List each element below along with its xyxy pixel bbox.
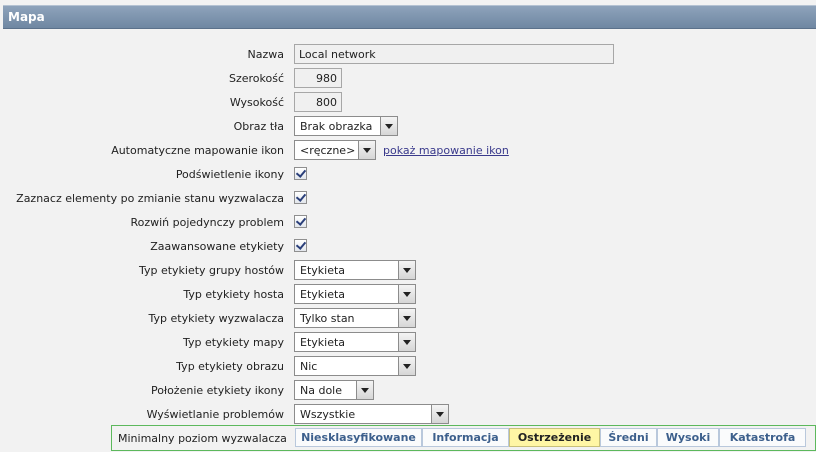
- trigger-label-select[interactable]: Tylko stan: [294, 308, 416, 328]
- host-label-select[interactable]: Etykieta: [294, 284, 416, 304]
- label-location-value: Na dole: [300, 384, 343, 397]
- height-input[interactable]: [294, 92, 342, 112]
- icon-mapping-label: Automatyczne mapowanie ikon: [111, 144, 284, 157]
- host-label-label: Typ etykiety hosta: [183, 288, 284, 301]
- map-label-select[interactable]: Etykieta: [294, 332, 416, 352]
- minimum-severity-group: Minimalny poziom wyzwalacza Niesklasyfik…: [111, 425, 816, 451]
- expand-problem-label: Rozwiń pojedynczy problem: [130, 216, 284, 229]
- map-form: Nazwa Szerokość Wysokość Obraz tła Brak …: [0, 0, 816, 452]
- icon-mapping-select[interactable]: <ręczne>: [294, 140, 376, 160]
- icon-mapping-value: <ręczne>: [300, 144, 356, 157]
- row-label-location: Położenie etykiety ikony Na dole: [0, 379, 816, 401]
- chevron-down-icon: [398, 357, 415, 375]
- advanced-labels-checkbox[interactable]: [294, 239, 307, 252]
- severity-warning-button[interactable]: Ostrzeżenie: [509, 428, 600, 447]
- image-label-label: Typ etykiety obrazu: [176, 360, 284, 373]
- width-label: Szerokość: [228, 72, 284, 85]
- background-label: Obraz tła: [233, 120, 284, 133]
- image-label-select[interactable]: Nic: [294, 356, 416, 376]
- row-advanced-labels: Zaawansowane etykiety: [0, 235, 816, 257]
- minimum-severity-label: Minimalny poziom wyzwalacza: [118, 432, 287, 445]
- chevron-down-icon: [398, 309, 415, 327]
- hostgroup-label-select[interactable]: Etykieta: [294, 260, 416, 280]
- hostgroup-label-value: Etykieta: [300, 264, 346, 277]
- chevron-down-icon: [398, 333, 415, 351]
- host-label-value: Etykieta: [300, 288, 346, 301]
- severity-high-button[interactable]: Wysoki: [657, 428, 719, 447]
- row-highlight: Podświetlenie ikony: [0, 163, 816, 185]
- name-label: Nazwa: [247, 48, 284, 61]
- height-label: Wysokość: [229, 96, 284, 109]
- severity-average-button[interactable]: Średni: [600, 428, 657, 447]
- trigger-label-label: Typ etykiety wyzwalacza: [148, 312, 284, 325]
- row-width: Szerokość: [0, 67, 816, 89]
- background-select[interactable]: Brak obrazka: [294, 116, 398, 136]
- trigger-label-value: Tylko stan: [300, 312, 355, 325]
- row-problem-display: Wyświetlanie problemów Wszystkie: [0, 403, 816, 425]
- map-label-value: Etykieta: [300, 336, 346, 349]
- chevron-down-icon: [380, 117, 397, 135]
- hostgroup-label-label: Typ etykiety grupy hostów: [138, 264, 284, 277]
- problem-display-value: Wszystkie: [300, 408, 356, 421]
- row-name: Nazwa: [0, 43, 816, 65]
- row-height: Wysokość: [0, 91, 816, 113]
- mark-elements-checkbox[interactable]: [294, 191, 307, 204]
- image-label-value: Nic: [300, 360, 318, 373]
- severity-not-classified-button[interactable]: Niesklasyfikowane: [295, 428, 422, 447]
- map-label-label: Typ etykiety mapy: [182, 336, 284, 349]
- row-map-label: Typ etykiety mapy Etykieta: [0, 331, 816, 353]
- row-image-label: Typ etykiety obrazu Nic: [0, 355, 816, 377]
- chevron-down-icon: [358, 141, 375, 159]
- show-icon-mapping-link[interactable]: pokaż mapowanie ikon: [383, 144, 509, 157]
- highlight-label: Podświetlenie ikony: [175, 168, 284, 181]
- problem-display-label: Wyświetlanie problemów: [146, 408, 284, 421]
- severity-information-button[interactable]: Informacja: [422, 428, 509, 447]
- row-mark-elements: Zaznacz elementy po zmianie stanu wyzwal…: [0, 187, 816, 209]
- advanced-labels-label: Zaawansowane etykiety: [150, 240, 284, 253]
- chevron-down-icon: [398, 261, 415, 279]
- highlight-checkbox[interactable]: [294, 167, 307, 180]
- mark-elements-label: Zaznacz elementy po zmianie stanu wyzwal…: [16, 192, 284, 205]
- background-value: Brak obrazka: [300, 120, 373, 133]
- row-host-label: Typ etykiety hosta Etykieta: [0, 283, 816, 305]
- chevron-down-icon: [356, 381, 373, 399]
- label-location-label: Położenie etykiety ikony: [150, 384, 284, 397]
- problem-display-select[interactable]: Wszystkie: [294, 404, 449, 424]
- row-icon-mapping: Automatyczne mapowanie ikon <ręczne> pok…: [0, 139, 816, 161]
- row-hostgroup-label: Typ etykiety grupy hostów Etykieta: [0, 259, 816, 281]
- chevron-down-icon: [431, 405, 448, 423]
- row-trigger-label: Typ etykiety wyzwalacza Tylko stan: [0, 307, 816, 329]
- expand-problem-checkbox[interactable]: [294, 215, 307, 228]
- name-input[interactable]: [294, 44, 614, 64]
- row-background: Obraz tła Brak obrazka: [0, 115, 816, 137]
- label-location-select[interactable]: Na dole: [294, 380, 374, 400]
- chevron-down-icon: [398, 285, 415, 303]
- row-expand-problem: Rozwiń pojedynczy problem: [0, 211, 816, 233]
- severity-disaster-button[interactable]: Katastrofa: [719, 428, 806, 447]
- width-input[interactable]: [294, 68, 342, 88]
